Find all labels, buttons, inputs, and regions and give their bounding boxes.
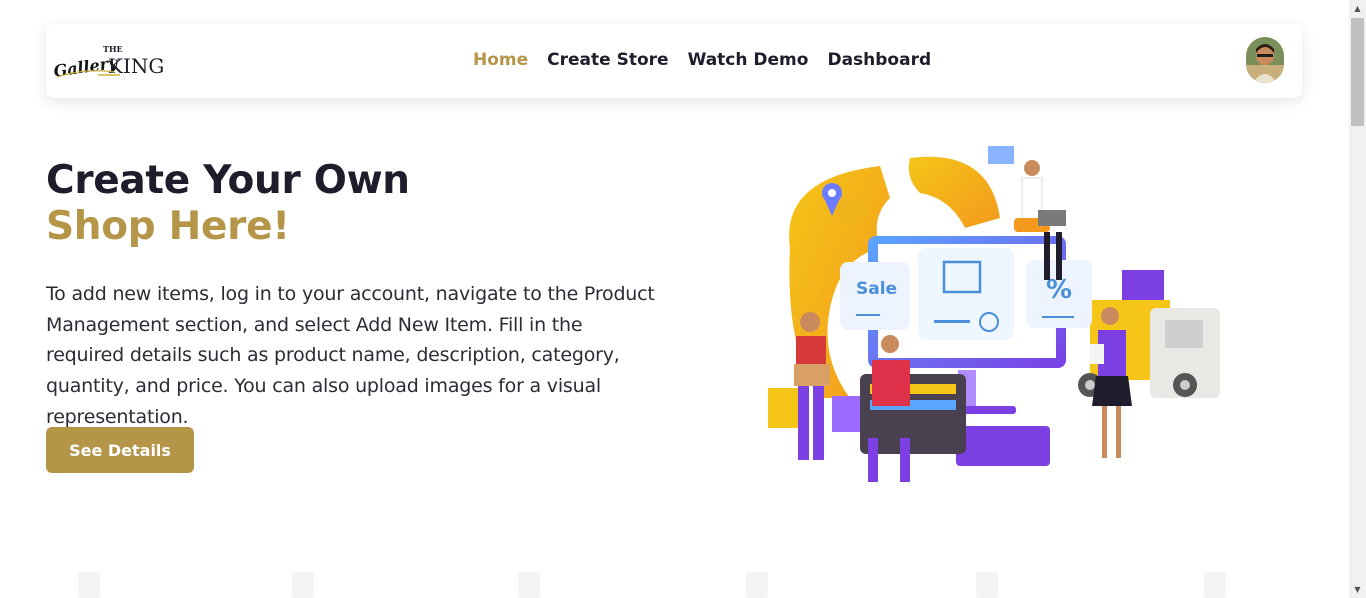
nav-watch-demo[interactable]: Watch Demo — [688, 50, 809, 70]
faint-card — [1204, 572, 1226, 598]
svg-text:Sale: Sale — [856, 279, 897, 299]
brand-logo[interactable]: THE Gallery KING — [52, 42, 172, 82]
hero-title-line1: Create Your Own — [46, 158, 410, 203]
faint-card — [746, 572, 768, 598]
see-details-button[interactable]: See Details — [46, 427, 194, 473]
hero-description: To add new items, log in to your account… — [46, 283, 655, 428]
nav-home[interactable]: Home — [473, 50, 528, 70]
nav-links: Home Create Store Watch Demo Dashboard — [473, 50, 931, 70]
hero-title: Create Your Own Shop Here! — [46, 158, 410, 250]
faint-card — [518, 572, 540, 598]
shop-illustration: Sale % — [760, 138, 1230, 493]
section-preview-row — [0, 568, 1349, 598]
faint-card — [78, 572, 100, 598]
user-avatar[interactable] — [1246, 37, 1284, 83]
faint-card — [976, 572, 998, 598]
vertical-scrollbar[interactable]: ▲ ▼ — [1349, 0, 1366, 598]
nav-create-store[interactable]: Create Store — [547, 50, 668, 70]
faint-card — [292, 572, 314, 598]
scroll-thumb[interactable] — [1351, 18, 1364, 126]
nav-dashboard[interactable]: Dashboard — [827, 50, 931, 70]
scroll-up-icon[interactable]: ▲ — [1349, 0, 1366, 17]
top-navbar: THE Gallery KING Home Create Store Watch… — [46, 24, 1302, 98]
hero-title-line2: Shop Here! — [46, 204, 290, 249]
scroll-down-icon[interactable]: ▼ — [1349, 581, 1366, 598]
